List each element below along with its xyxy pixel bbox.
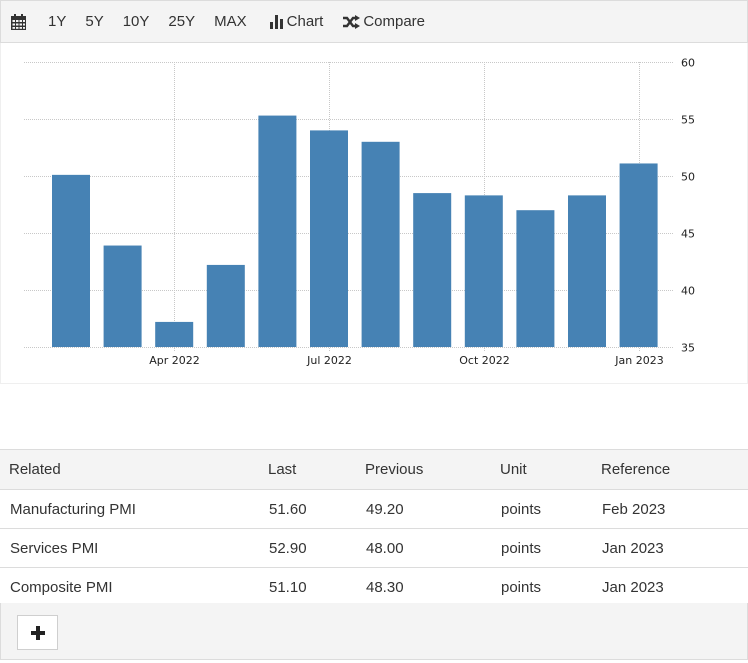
table-row: Manufacturing PMI 51.60 49.20 points Feb… (0, 489, 748, 529)
cell-last: 52.90 (259, 528, 356, 568)
chart-panel: Feb 2022: 50.1 Mar 2022: 43.9 Apr 2022: 37… (0, 43, 748, 384)
add-related-button[interactable] (17, 615, 58, 650)
range-5y-button[interactable]: 5Y (85, 1, 103, 42)
cell-reference: Jan 2023 (592, 528, 748, 568)
cell-related-link[interactable]: Services PMI (0, 528, 259, 568)
header-previous[interactable]: Previous (356, 449, 491, 490)
y-tick-label: 50 (681, 171, 695, 184)
x-tick-label: Jan 2023 (614, 354, 663, 367)
header-unit[interactable]: Unit (491, 449, 592, 490)
related-table: Related Last Previous Unit Reference Man… (0, 449, 748, 607)
cell-reference: Jan 2023 (592, 567, 748, 607)
y-tick-label: 45 (681, 228, 695, 241)
bar-nov-2022: Nov 2022: 47 (516, 210, 555, 347)
cell-unit: points (491, 567, 592, 607)
y-tick-label: 55 (681, 114, 695, 127)
bar-chart-icon (269, 14, 283, 29)
bar-jan-2023: Jan 2023: 51.1 (619, 163, 658, 347)
bar-aug-2022: Aug 2022: 53 (361, 141, 400, 347)
plus-icon (30, 625, 45, 640)
range-1y-button[interactable]: 1Y (48, 1, 66, 42)
shuffle-icon (343, 14, 361, 29)
range-10y-button[interactable]: 10Y (123, 1, 150, 42)
header-reference[interactable]: Reference (592, 449, 748, 490)
bar-jul-2022: Jul 2022: 54 (310, 130, 348, 347)
header-related[interactable]: Related (0, 449, 259, 490)
table-row: Composite PMI 51.10 48.30 points Jan 202… (0, 567, 748, 607)
table-footer (0, 603, 748, 660)
y-tick-label: 35 (681, 342, 695, 355)
y-tick-label: 60 (681, 57, 695, 70)
compare-label: Compare (363, 13, 426, 30)
header-last[interactable]: Last (259, 449, 356, 490)
table-header-row: Related Last Previous Unit Reference (0, 449, 748, 490)
bar-dec-2022: Dec 2022: 48.3 (568, 195, 606, 347)
bar-mar-2022: Mar 2022: 43.9 (103, 245, 142, 347)
bar-oct-2022: Oct 2022: 48.3 (464, 195, 503, 347)
chart-toolbar: 1Y 5Y 10Y 25Y MAX Chart Compare (0, 0, 748, 43)
cell-previous: 48.30 (356, 567, 491, 607)
chart-type-button[interactable]: Chart (269, 1, 324, 42)
cell-previous: 48.00 (356, 528, 491, 568)
range-max-button[interactable]: MAX (214, 1, 247, 42)
x-tick-label: Jul 2022 (306, 354, 352, 367)
bar-may-2022: May 2022: 42.2 (206, 264, 245, 347)
cell-previous: 49.20 (356, 489, 491, 529)
y-tick-label: 40 (681, 285, 695, 298)
cell-last: 51.60 (259, 489, 356, 529)
x-tick-label: Apr 2022 (149, 354, 200, 367)
cell-related-link[interactable]: Manufacturing PMI (0, 489, 259, 529)
bar-jun-2022: Jun 2022: 55.3 (258, 115, 297, 347)
compare-button[interactable]: Compare (343, 1, 425, 42)
cell-reference: Feb 2023 (592, 489, 748, 529)
cell-related-link[interactable]: Composite PMI (0, 567, 259, 607)
chart-type-label: Chart (286, 13, 324, 30)
cell-unit: points (491, 489, 592, 529)
bar-feb-2022: Feb 2022: 50.1 (52, 174, 90, 347)
cell-unit: points (491, 528, 592, 568)
bar-apr-2022: Apr 2022: 37.2 (155, 321, 194, 347)
bar-chart: Feb 2022: 50.1 Mar 2022: 43.9 Apr 2022: 37… (24, 57, 695, 367)
calendar-icon (11, 13, 26, 30)
bar-sep-2022: Sep 2022: 48.5 (413, 193, 452, 347)
cell-last: 51.10 (259, 567, 356, 607)
x-tick-label: Oct 2022 (459, 354, 510, 367)
table-row: Services PMI 52.90 48.00 points Jan 2023 (0, 528, 748, 568)
range-25y-button[interactable]: 25Y (168, 1, 195, 42)
calendar-button[interactable] (11, 1, 26, 42)
